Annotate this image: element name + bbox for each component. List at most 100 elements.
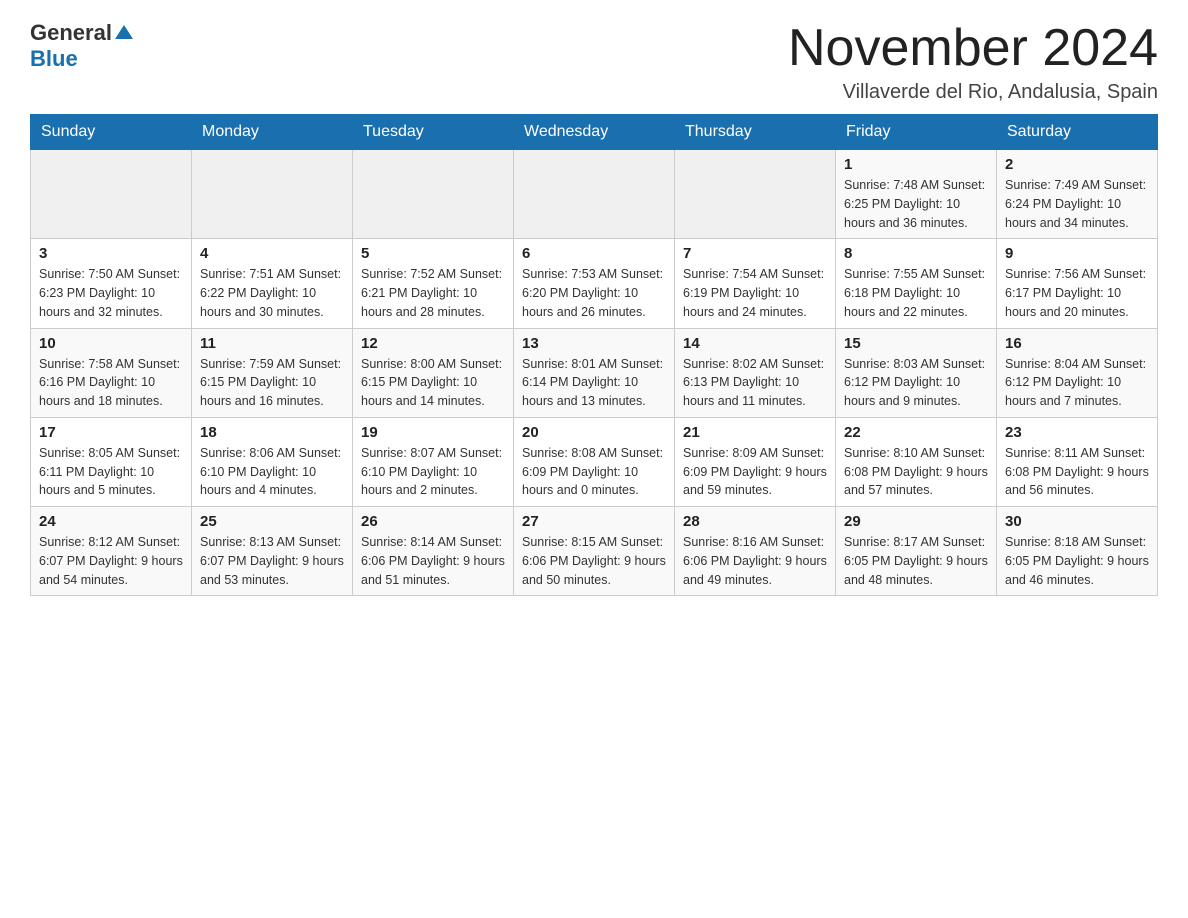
calendar-week-row: 10 Sunrise: 7:58 AM Sunset: 6:16 PM Dayli… (31, 328, 1158, 417)
month-title: November 2024 (788, 20, 1158, 77)
day-info: Sunrise: 8:04 AM Sunset: 6:12 PM Dayligh… (1005, 355, 1149, 411)
day-info: Sunrise: 7:49 AM Sunset: 6:24 PM Dayligh… (1005, 176, 1149, 232)
day-number: 11 (200, 335, 344, 352)
weekday-header-saturday: Saturday (997, 115, 1158, 150)
day-info: Sunrise: 8:16 AM Sunset: 6:06 PM Dayligh… (683, 533, 827, 589)
calendar-cell: 25Sunrise: 8:13 AM Sunset: 6:07 PM Dayli… (192, 507, 353, 596)
day-info: Sunrise: 8:12 AM Sunset: 6:07 PM Dayligh… (39, 533, 183, 589)
calendar-cell: 20 Sunrise: 8:08 AM Sunset: 6:09 PM Dayli… (514, 417, 675, 506)
day-number: 24 (39, 513, 183, 530)
calendar-cell: 22 Sunrise: 8:10 AM Sunset: 6:08 PM Dayli… (836, 417, 997, 506)
weekday-header-monday: Monday (192, 115, 353, 150)
calendar-cell (31, 150, 192, 239)
day-info: Sunrise: 7:59 AM Sunset: 6:15 PM Dayligh… (200, 355, 344, 411)
calendar-cell: 30 Sunrise: 8:18 AM Sunset: 6:05 PM Dayli… (997, 507, 1158, 596)
day-info: Sunrise: 8:08 AM Sunset: 6:09 PM Dayligh… (522, 444, 666, 500)
day-number: 2 (1005, 156, 1149, 173)
day-info: Sunrise: 7:58 AM Sunset: 6:16 PM Dayligh… (39, 355, 183, 411)
day-info: Sunrise: 7:48 AM Sunset: 6:25 PM Dayligh… (844, 176, 988, 232)
day-number: 7 (683, 245, 827, 262)
weekday-header-sunday: Sunday (31, 115, 192, 150)
day-number: 30 (1005, 513, 1149, 530)
day-number: 8 (844, 245, 988, 262)
day-info: Sunrise: 8:06 AM Sunset: 6:10 PM Dayligh… (200, 444, 344, 500)
calendar-cell: 9Sunrise: 7:56 AM Sunset: 6:17 PM Daylig… (997, 239, 1158, 328)
day-number: 14 (683, 335, 827, 352)
day-info: Sunrise: 8:00 AM Sunset: 6:15 PM Dayligh… (361, 355, 505, 411)
day-number: 1 (844, 156, 988, 173)
day-info: Sunrise: 7:50 AM Sunset: 6:23 PM Dayligh… (39, 265, 183, 321)
day-number: 18 (200, 424, 344, 441)
calendar-week-row: 3 Sunrise: 7:50 AM Sunset: 6:23 PM Daylig… (31, 239, 1158, 328)
day-number: 20 (522, 424, 666, 441)
calendar-cell: 12 Sunrise: 8:00 AM Sunset: 6:15 PM Dayli… (353, 328, 514, 417)
calendar-cell: 17Sunrise: 8:05 AM Sunset: 6:11 PM Dayli… (31, 417, 192, 506)
day-number: 26 (361, 513, 505, 530)
location-title: Villaverde del Rio, Andalusia, Spain (788, 81, 1158, 104)
day-number: 27 (522, 513, 666, 530)
calendar-cell: 8 Sunrise: 7:55 AM Sunset: 6:18 PM Daylig… (836, 239, 997, 328)
calendar-cell: 6 Sunrise: 7:53 AM Sunset: 6:20 PM Daylig… (514, 239, 675, 328)
day-info: Sunrise: 7:53 AM Sunset: 6:20 PM Dayligh… (522, 265, 666, 321)
day-number: 15 (844, 335, 988, 352)
day-number: 29 (844, 513, 988, 530)
calendar-cell: 10 Sunrise: 7:58 AM Sunset: 6:16 PM Dayli… (31, 328, 192, 417)
day-number: 4 (200, 245, 344, 262)
calendar-cell: 28 Sunrise: 8:16 AM Sunset: 6:06 PM Dayli… (675, 507, 836, 596)
calendar-cell: 29 Sunrise: 8:17 AM Sunset: 6:05 PM Dayli… (836, 507, 997, 596)
calendar-cell: 24 Sunrise: 8:12 AM Sunset: 6:07 PM Dayli… (31, 507, 192, 596)
day-number: 6 (522, 245, 666, 262)
day-info: Sunrise: 7:55 AM Sunset: 6:18 PM Dayligh… (844, 265, 988, 321)
weekday-header-row: SundayMondayTuesdayWednesdayThursdayFrid… (31, 115, 1158, 150)
day-number: 3 (39, 245, 183, 262)
day-info: Sunrise: 8:18 AM Sunset: 6:05 PM Dayligh… (1005, 533, 1149, 589)
day-info: Sunrise: 8:17 AM Sunset: 6:05 PM Dayligh… (844, 533, 988, 589)
calendar-cell: 26Sunrise: 8:14 AM Sunset: 6:06 PM Dayli… (353, 507, 514, 596)
calendar-cell (192, 150, 353, 239)
day-number: 23 (1005, 424, 1149, 441)
day-number: 28 (683, 513, 827, 530)
day-number: 10 (39, 335, 183, 352)
weekday-header-wednesday: Wednesday (514, 115, 675, 150)
calendar-week-row: 1 Sunrise: 7:48 AM Sunset: 6:25 PM Daylig… (31, 150, 1158, 239)
day-info: Sunrise: 8:11 AM Sunset: 6:08 PM Dayligh… (1005, 444, 1149, 500)
day-info: Sunrise: 8:07 AM Sunset: 6:10 PM Dayligh… (361, 444, 505, 500)
day-info: Sunrise: 7:52 AM Sunset: 6:21 PM Dayligh… (361, 265, 505, 321)
calendar-cell: 27Sunrise: 8:15 AM Sunset: 6:06 PM Dayli… (514, 507, 675, 596)
calendar-cell (353, 150, 514, 239)
day-number: 25 (200, 513, 344, 530)
calendar-week-row: 24 Sunrise: 8:12 AM Sunset: 6:07 PM Dayli… (31, 507, 1158, 596)
day-info: Sunrise: 8:10 AM Sunset: 6:08 PM Dayligh… (844, 444, 988, 500)
calendar-cell: 16 Sunrise: 8:04 AM Sunset: 6:12 PM Dayli… (997, 328, 1158, 417)
calendar-cell: 15 Sunrise: 8:03 AM Sunset: 6:12 PM Dayli… (836, 328, 997, 417)
calendar-week-row: 17Sunrise: 8:05 AM Sunset: 6:11 PM Dayli… (31, 417, 1158, 506)
calendar-cell: 1 Sunrise: 7:48 AM Sunset: 6:25 PM Daylig… (836, 150, 997, 239)
day-number: 16 (1005, 335, 1149, 352)
day-number: 19 (361, 424, 505, 441)
title-block: November 2024 Villaverde del Rio, Andalu… (788, 20, 1158, 104)
calendar-cell: 2 Sunrise: 7:49 AM Sunset: 6:24 PM Daylig… (997, 150, 1158, 239)
weekday-header-thursday: Thursday (675, 115, 836, 150)
day-info: Sunrise: 8:01 AM Sunset: 6:14 PM Dayligh… (522, 355, 666, 411)
calendar-cell: 14 Sunrise: 8:02 AM Sunset: 6:13 PM Dayli… (675, 328, 836, 417)
logo-triangle-icon (115, 25, 133, 39)
day-info: Sunrise: 7:56 AM Sunset: 6:17 PM Dayligh… (1005, 265, 1149, 321)
logo: General Blue (30, 20, 133, 72)
calendar-cell: 4Sunrise: 7:51 AM Sunset: 6:22 PM Daylig… (192, 239, 353, 328)
calendar-cell: 18 Sunrise: 8:06 AM Sunset: 6:10 PM Dayli… (192, 417, 353, 506)
calendar-cell (675, 150, 836, 239)
day-number: 12 (361, 335, 505, 352)
day-info: Sunrise: 8:02 AM Sunset: 6:13 PM Dayligh… (683, 355, 827, 411)
calendar-cell: 11 Sunrise: 7:59 AM Sunset: 6:15 PM Dayli… (192, 328, 353, 417)
calendar-cell: 21Sunrise: 8:09 AM Sunset: 6:09 PM Dayli… (675, 417, 836, 506)
day-info: Sunrise: 8:03 AM Sunset: 6:12 PM Dayligh… (844, 355, 988, 411)
day-number: 22 (844, 424, 988, 441)
weekday-header-tuesday: Tuesday (353, 115, 514, 150)
logo-general: General (30, 20, 112, 46)
calendar-cell: 19 Sunrise: 8:07 AM Sunset: 6:10 PM Dayli… (353, 417, 514, 506)
day-info: Sunrise: 7:54 AM Sunset: 6:19 PM Dayligh… (683, 265, 827, 321)
day-number: 21 (683, 424, 827, 441)
calendar-cell: 5Sunrise: 7:52 AM Sunset: 6:21 PM Daylig… (353, 239, 514, 328)
day-number: 13 (522, 335, 666, 352)
page-header: General Blue November 2024 Villaverde de… (30, 20, 1158, 104)
